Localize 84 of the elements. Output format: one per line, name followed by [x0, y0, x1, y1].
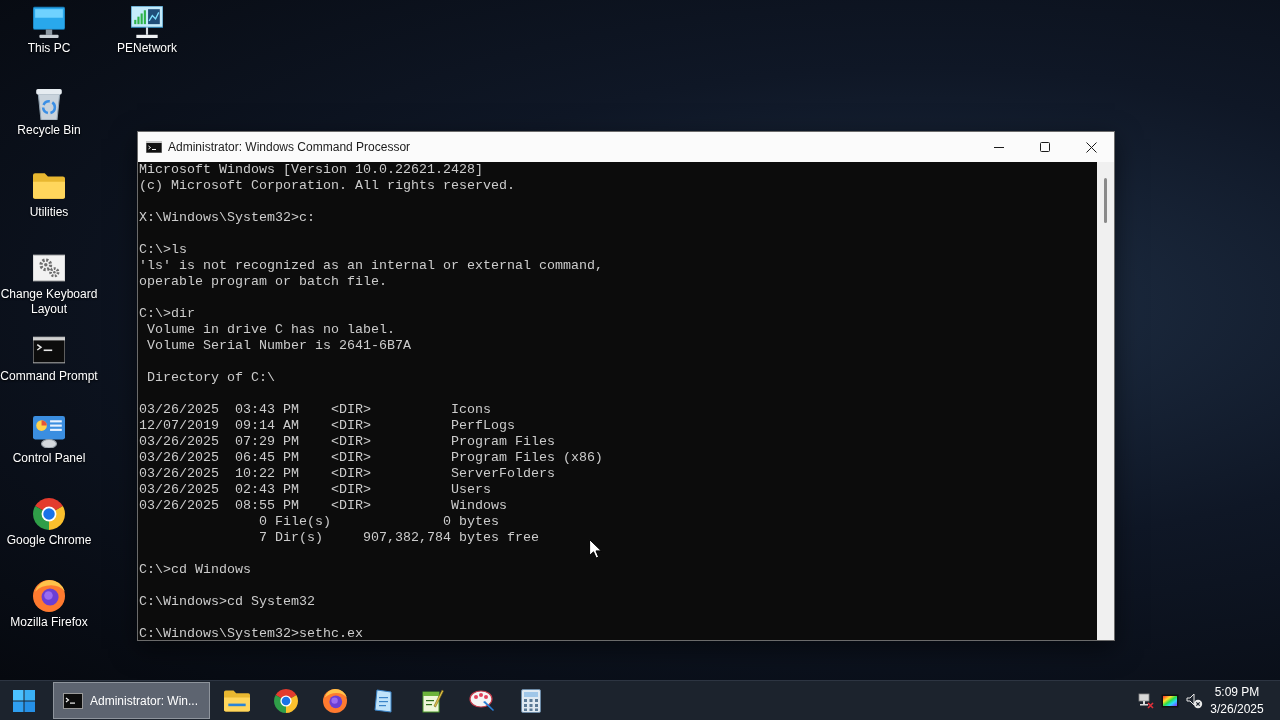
recycle-bin-icon — [33, 88, 65, 120]
entry-type: <DIR> — [330, 450, 371, 466]
entry-name: Users — [450, 482, 491, 498]
console-line: (c) Microsoft Corporation. All rights reserved. — [139, 178, 515, 194]
entry-time: 07:29 PM — [234, 434, 299, 450]
entry-date: 03/26/2025 — [139, 482, 219, 498]
byte-total: 907,382,784 bytes free — [362, 530, 539, 546]
entry-name: Windows — [450, 498, 507, 514]
console-line: C:\Windows>cd System32 — [139, 594, 315, 610]
entry-time: 06:45 PM — [234, 450, 299, 466]
entry-type: <DIR> — [330, 434, 371, 450]
entry-name: Program Files (x86) — [450, 450, 603, 466]
folder-icon — [33, 170, 65, 202]
console-icon — [33, 334, 65, 366]
entry-type: <DIR> — [330, 402, 371, 418]
control-panel-icon — [33, 416, 65, 448]
byte-total: 0 bytes — [442, 514, 499, 530]
entry-time: 08:55 PM — [234, 498, 299, 514]
item-count: 0 File(s) — [258, 514, 331, 529]
file-explorer-icon[interactable] — [223, 688, 250, 713]
entry-time: 09:14 AM — [234, 418, 299, 434]
palette-icon[interactable] — [468, 689, 495, 712]
clock-date: 3/26/2025 — [1210, 700, 1264, 718]
desktop-shortcut[interactable]: This PC — [27, 4, 71, 56]
entry-type: <DIR> — [330, 418, 371, 434]
entry-name: Program Files — [450, 434, 555, 450]
console-line: operable program or batch file. — [139, 274, 387, 290]
minimize-icon[interactable] — [994, 146, 1004, 148]
chrome-icon[interactable] — [273, 688, 298, 713]
console-line: Volume in drive C has no label. — [146, 322, 395, 338]
edit-document-icon[interactable] — [421, 688, 444, 713]
console-line: C:\>ls — [139, 242, 187, 258]
speaker-muted-icon[interactable] — [1185, 692, 1203, 709]
entry-date: 03/26/2025 — [139, 434, 219, 450]
desktop-shortcut[interactable]: Recycle Bin — [17, 86, 81, 138]
console-line: 'ls' is not recognized as an internal or external command, — [139, 258, 603, 274]
console-line: Directory of C:\ — [146, 370, 275, 386]
desktop-shortcut[interactable]: Control Panel — [12, 414, 86, 466]
clock-time: 5:09 PM — [1214, 683, 1260, 701]
firefox-icon[interactable] — [322, 688, 347, 713]
calculator-icon[interactable] — [520, 688, 541, 713]
console-line: C:\>cd Windows — [139, 562, 251, 578]
display-icon[interactable] — [1161, 693, 1179, 708]
gears-icon — [33, 252, 65, 284]
entry-name: PerfLogs — [450, 418, 515, 434]
entry-type: <DIR> — [330, 482, 371, 498]
desktop-shortcut[interactable]: PENetwork — [117, 4, 177, 56]
network-error-icon[interactable] — [1138, 692, 1154, 709]
entry-date: 12/07/2019 — [139, 418, 219, 434]
console-icon — [63, 692, 83, 709]
console-line: C:\Windows\System32>sethc.ex — [139, 626, 363, 640]
entry-name: Icons — [450, 402, 491, 418]
firefox-icon — [33, 580, 65, 612]
entry-date: 03/26/2025 — [139, 498, 219, 514]
console-line: C:\>dir — [139, 306, 195, 322]
entry-name: ServerFolders — [450, 466, 555, 482]
desktop-shortcut[interactable]: Google Chrome — [6, 496, 92, 548]
entry-time: 02:43 PM — [234, 482, 299, 498]
start-icon[interactable] — [12, 688, 36, 713]
entry-type: <DIR> — [330, 498, 371, 514]
item-count: 7 Dir(s) — [258, 530, 323, 545]
chrome-icon — [33, 498, 65, 530]
monitor-icon — [33, 6, 65, 38]
close-icon[interactable] — [1085, 141, 1097, 153]
console-icon — [146, 141, 162, 153]
console-line: X:\Windows\System32>c: — [139, 210, 315, 226]
taskbar-button[interactable]: Administrator: Win... — [53, 682, 210, 719]
desktop-shortcut[interactable]: Change Keyboard Layout — [0, 250, 98, 317]
entry-time: 10:22 PM — [234, 466, 299, 482]
maximize-icon[interactable] — [1040, 142, 1050, 152]
desktop-shortcut[interactable]: Mozilla Firefox — [10, 578, 88, 630]
network-monitor-icon — [131, 6, 163, 38]
entry-type: <DIR> — [330, 466, 371, 482]
document-icon[interactable] — [373, 688, 394, 713]
desktop-shortcut[interactable]: Command Prompt — [0, 332, 98, 384]
entry-date: 03/26/2025 — [139, 466, 219, 482]
entry-date: 03/26/2025 — [139, 402, 219, 418]
window-title: Administrator: Windows Command Processor — [168, 139, 411, 156]
mouse-pointer-icon — [589, 539, 602, 559]
console-line: Volume Serial Number is 2641-6B7A — [146, 338, 411, 354]
console-line: Microsoft Windows [Version 10.0.22621.2428] — [139, 162, 483, 178]
entry-date: 03/26/2025 — [139, 450, 219, 466]
desktop-shortcut[interactable]: Utilities — [29, 168, 69, 220]
entry-time: 03:43 PM — [234, 402, 299, 418]
